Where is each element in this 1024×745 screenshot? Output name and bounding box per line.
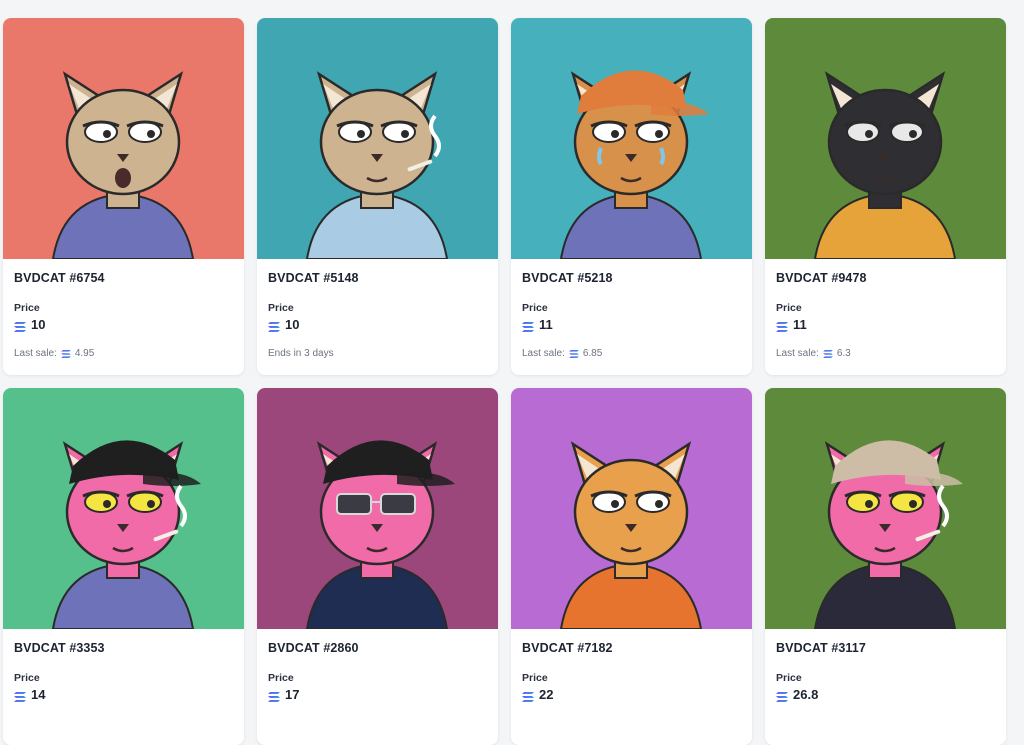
nft-image[interactable]: [511, 388, 752, 629]
nft-grid: BVDCAT #6754 Price 10 Last sale: 4.95 BV…: [3, 18, 1006, 745]
price: 14: [14, 687, 233, 702]
nft-card[interactable]: BVDCAT #5218 Price 11 Last sale: 6.85: [511, 18, 752, 375]
solana-icon: [776, 320, 788, 332]
price-value: 10: [31, 317, 46, 332]
nft-image[interactable]: [3, 18, 244, 259]
price-label: Price: [522, 302, 548, 314]
nft-title[interactable]: BVDCAT #7182: [522, 641, 741, 655]
nft-card[interactable]: BVDCAT #3117 Price 26.8: [765, 388, 1006, 745]
cat-portrait-icon: [257, 388, 498, 629]
price-value: 10: [285, 317, 300, 332]
solana-icon: [61, 349, 71, 358]
price: 26.8: [776, 687, 995, 702]
nft-info: BVDCAT #5148 Price 10 Ends in 3 days: [257, 259, 498, 359]
nft-card[interactable]: BVDCAT #3353 Price 14: [3, 388, 244, 745]
meta-label: Last sale:: [776, 348, 819, 359]
nft-title[interactable]: BVDCAT #6754: [14, 271, 233, 285]
last-sale-value: 6.85: [582, 348, 603, 359]
cat-portrait-icon: [765, 18, 1006, 259]
nft-card[interactable]: BVDCAT #7182 Price 22: [511, 388, 752, 745]
solana-icon: [14, 320, 26, 332]
meta-label: Last sale:: [14, 348, 57, 359]
card-meta: Last sale: 6.3: [776, 348, 995, 359]
solana-icon: [776, 690, 788, 702]
price-value: 26.8: [793, 687, 819, 702]
solana-icon: [14, 690, 26, 702]
cat-portrait-icon: [765, 388, 1006, 629]
nft-image[interactable]: [765, 388, 1006, 629]
cat-portrait-icon: [511, 18, 752, 259]
price: 17: [268, 687, 487, 702]
nft-info: BVDCAT #7182 Price 22: [511, 629, 752, 702]
meta-label: Ends in 3 days: [268, 348, 334, 359]
solana-icon: [268, 690, 280, 702]
price-label: Price: [268, 672, 294, 684]
cat-portrait-icon: [3, 388, 244, 629]
solana-icon: [522, 320, 534, 332]
nft-title[interactable]: BVDCAT #5148: [268, 271, 487, 285]
price-label: Price: [522, 672, 548, 684]
nft-info: BVDCAT #2860 Price 17: [257, 629, 498, 702]
nft-card[interactable]: BVDCAT #5148 Price 10 Ends in 3 days: [257, 18, 498, 375]
nft-title[interactable]: BVDCAT #3117: [776, 641, 995, 655]
price: 22: [522, 687, 741, 702]
price: 10: [268, 317, 487, 332]
price-value: 17: [285, 687, 300, 702]
nft-info: BVDCAT #6754 Price 10 Last sale: 4.95: [3, 259, 244, 359]
cat-portrait-icon: [511, 388, 752, 629]
nft-info: BVDCAT #3353 Price 14: [3, 629, 244, 702]
nft-image[interactable]: [765, 18, 1006, 259]
price-label: Price: [776, 672, 802, 684]
price-label: Price: [776, 302, 802, 314]
card-meta: Last sale: 6.85: [522, 348, 741, 359]
card-meta: Last sale: 4.95: [14, 348, 233, 359]
nft-info: BVDCAT #9478 Price 11 Last sale: 6.3: [765, 259, 1006, 359]
nft-image[interactable]: [511, 18, 752, 259]
price: 11: [776, 317, 995, 332]
solana-icon: [823, 349, 833, 358]
price-value: 11: [539, 317, 553, 332]
price-label: Price: [14, 302, 40, 314]
solana-icon: [522, 690, 534, 702]
price-value: 11: [793, 317, 807, 332]
price: 10: [14, 317, 233, 332]
meta-label: Last sale:: [522, 348, 565, 359]
nft-info: BVDCAT #3117 Price 26.8: [765, 629, 1006, 702]
price-label: Price: [14, 672, 40, 684]
nft-card[interactable]: BVDCAT #9478 Price 11 Last sale: 6.3: [765, 18, 1006, 375]
cat-portrait-icon: [3, 18, 244, 259]
price-value: 22: [539, 687, 554, 702]
solana-icon: [268, 320, 280, 332]
cat-portrait-icon: [257, 18, 498, 259]
nft-title[interactable]: BVDCAT #9478: [776, 271, 995, 285]
last-sale-value: 4.95: [74, 348, 95, 359]
price: 11: [522, 317, 741, 332]
nft-title[interactable]: BVDCAT #2860: [268, 641, 487, 655]
nft-title[interactable]: BVDCAT #5218: [522, 271, 741, 285]
last-sale-value: 6.3: [836, 348, 851, 359]
nft-title[interactable]: BVDCAT #3353: [14, 641, 233, 655]
nft-card[interactable]: BVDCAT #6754 Price 10 Last sale: 4.95: [3, 18, 244, 375]
price-label: Price: [268, 302, 294, 314]
nft-info: BVDCAT #5218 Price 11 Last sale: 6.85: [511, 259, 752, 359]
nft-image[interactable]: [3, 388, 244, 629]
price-value: 14: [31, 687, 46, 702]
nft-card[interactable]: BVDCAT #2860 Price 17: [257, 388, 498, 745]
card-meta: Ends in 3 days: [268, 348, 487, 359]
nft-image[interactable]: [257, 388, 498, 629]
nft-image[interactable]: [257, 18, 498, 259]
solana-icon: [569, 349, 579, 358]
